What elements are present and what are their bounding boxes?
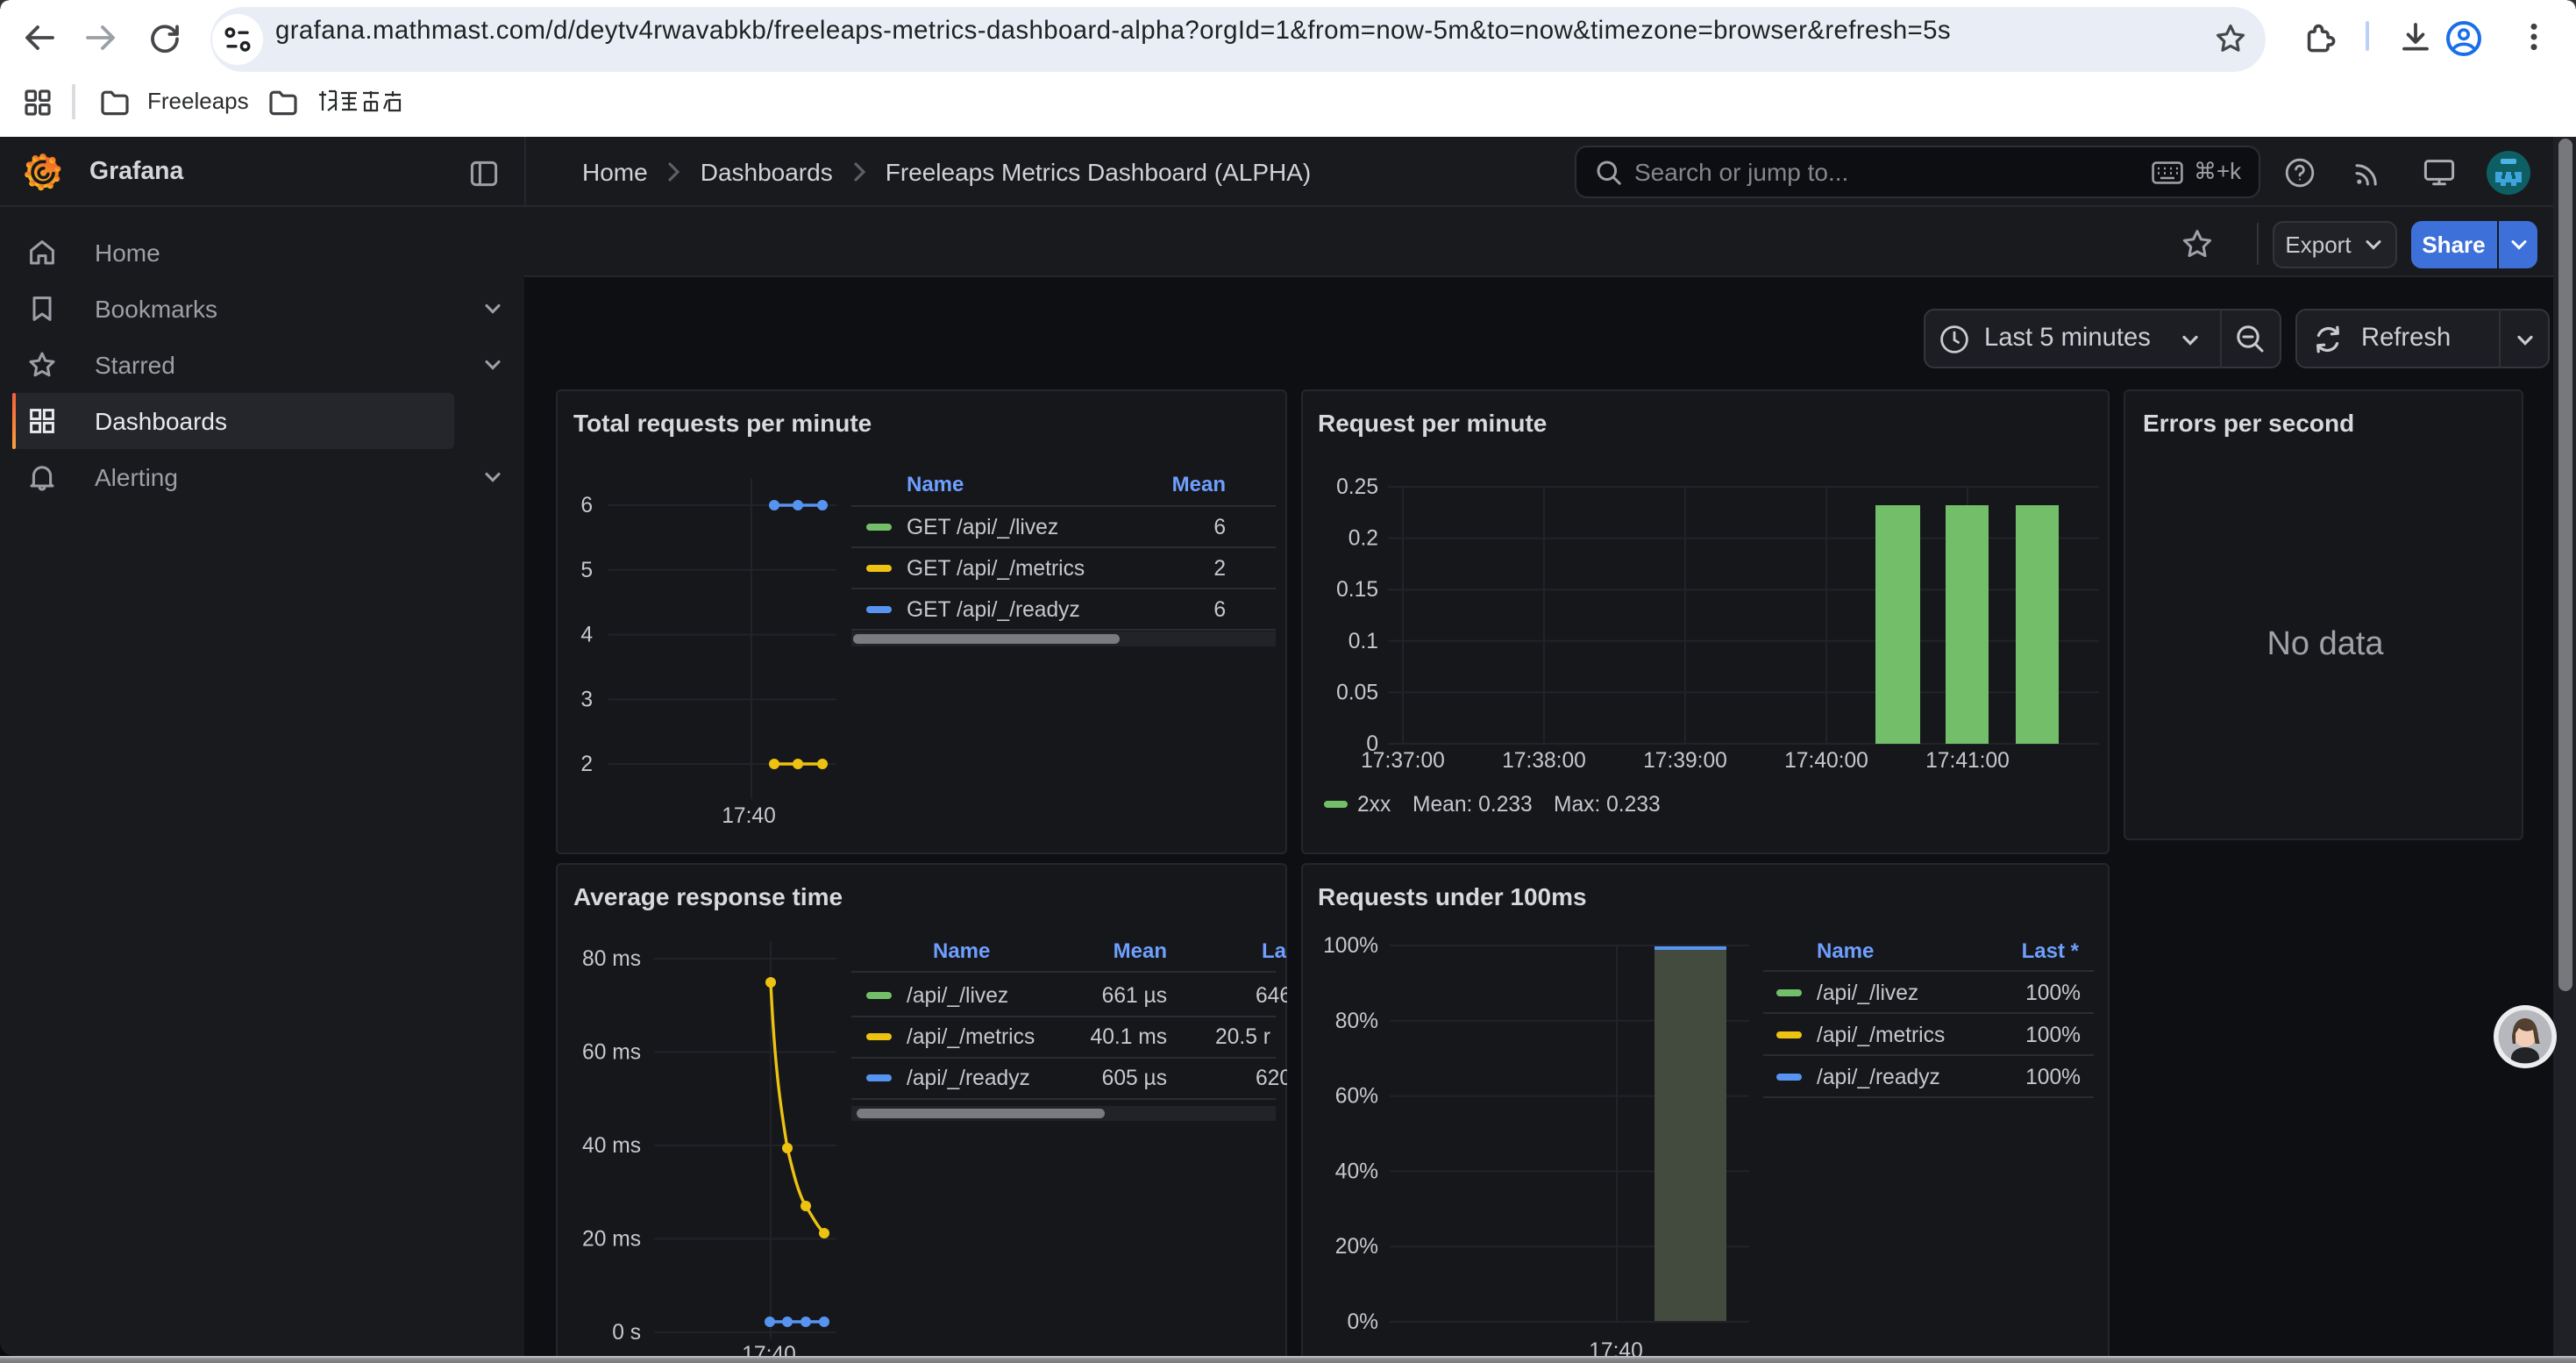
svg-text:GET /api/_/livez: GET /api/_/livez [906,516,1057,539]
svg-text:2xx: 2xx [1356,793,1391,817]
svg-text:Mean: Mean [1171,473,1225,496]
svg-text:4: 4 [580,624,592,647]
svg-text:GET /api/_/readyz: GET /api/_/readyz [906,598,1079,622]
svg-text:2: 2 [580,753,592,776]
svg-text:60 ms: 60 ms [581,1040,640,1064]
svg-text:17:38:00: 17:38:00 [1501,749,1585,773]
svg-text:100%: 100% [2025,981,2080,1004]
svg-text:60%: 60% [1334,1084,1377,1108]
svg-text:0.2: 0.2 [1348,527,1377,551]
svg-text:/api/_/metrics: /api/_/metrics [906,1024,1034,1048]
svg-text:40%: 40% [1334,1159,1377,1182]
svg-text:80 ms: 80 ms [581,946,640,970]
svg-text:/api/_/readyz: /api/_/readyz [1816,1065,1939,1088]
svg-text:6: 6 [1213,598,1225,622]
svg-text:0%: 0% [1346,1309,1377,1333]
svg-text:0.25: 0.25 [1335,475,1377,499]
svg-text:605 µs: 605 µs [1101,1066,1166,1089]
svg-text:17:39:00: 17:39:00 [1642,749,1726,773]
svg-text:17:40: 17:40 [721,804,775,828]
svg-text:/api/_/metrics: /api/_/metrics [1816,1023,1944,1046]
svg-text:/api/_/livez: /api/_/livez [906,983,1007,1007]
svg-text:Last *: Last * [2021,938,2079,962]
svg-text:/api/_/readyz: /api/_/readyz [906,1066,1029,1089]
svg-text:100%: 100% [2025,1023,2080,1046]
svg-text:0.05: 0.05 [1335,681,1377,704]
svg-text:661 µs: 661 µs [1101,983,1166,1007]
svg-text:Max: 0.233: Max: 0.233 [1553,793,1660,817]
svg-text:20 ms: 20 ms [581,1227,640,1251]
svg-text:/api/_/livez: /api/_/livez [1816,981,1918,1004]
svg-text:620: 620 [1255,1066,1286,1089]
svg-text:17:40:00: 17:40:00 [1783,749,1868,773]
svg-text:3: 3 [580,688,592,711]
svg-text:20%: 20% [1334,1234,1377,1258]
svg-text:6: 6 [580,494,592,517]
svg-text:17:41:00: 17:41:00 [1925,749,2009,773]
svg-text:0 s: 0 s [611,1320,640,1344]
svg-text:Name: Name [932,938,989,962]
svg-text:GET /api/_/metrics: GET /api/_/metrics [906,557,1084,581]
svg-text:6: 6 [1213,516,1225,539]
svg-text:Name: Name [1816,938,1873,962]
svg-text:5: 5 [580,559,592,582]
svg-text:20.5 r: 20.5 r [1214,1024,1270,1048]
svg-text:Mean: 0.233: Mean: 0.233 [1412,793,1532,817]
svg-text:0.15: 0.15 [1335,578,1377,602]
svg-text:Mean: Mean [1113,938,1166,962]
svg-text:646: 646 [1255,983,1286,1007]
svg-text:Las: Las [1261,938,1286,962]
svg-text:2: 2 [1213,557,1225,581]
svg-text:40 ms: 40 ms [581,1133,640,1157]
svg-text:Name: Name [906,473,963,496]
svg-text:40.1 ms: 40.1 ms [1090,1024,1166,1048]
svg-text:17:37:00: 17:37:00 [1360,749,1444,773]
svg-text:80%: 80% [1334,1009,1377,1032]
svg-text:100%: 100% [1322,933,1377,957]
svg-text:0.1: 0.1 [1348,630,1377,653]
svg-text:100%: 100% [2025,1065,2080,1088]
